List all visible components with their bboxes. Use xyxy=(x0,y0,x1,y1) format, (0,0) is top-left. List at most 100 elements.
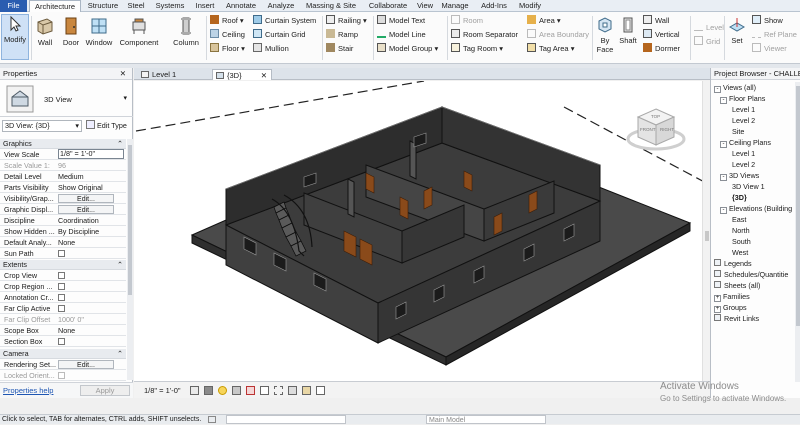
tab-structure[interactable]: Structure xyxy=(84,0,122,12)
prop-show-hidden[interactable]: Show Hidden ... By Discipline xyxy=(0,226,126,237)
prop-detail-level[interactable]: Detail Level Medium xyxy=(0,171,126,182)
prop-default-analysis[interactable]: Default Analy... None xyxy=(0,237,126,248)
prop-view-scale[interactable]: View Scale 1/8" = 1'-0" xyxy=(0,149,126,160)
view-tab-level-1[interactable]: Level 1 xyxy=(138,69,200,80)
prop-scope-box[interactable]: Scope Box None xyxy=(0,325,126,336)
level-button[interactable]: Level xyxy=(694,22,724,34)
worksets-icon[interactable] xyxy=(208,416,216,423)
shaft-button[interactable]: Shaft xyxy=(617,16,639,45)
room-button[interactable]: Room xyxy=(451,15,483,27)
dormer-button[interactable]: Dormer xyxy=(643,43,680,55)
ramp-button[interactable]: Ramp xyxy=(326,29,358,41)
tab-steel[interactable]: Steel xyxy=(124,0,148,12)
reveal-hidden-icon[interactable] xyxy=(316,386,325,395)
window-button[interactable]: Window xyxy=(84,16,114,47)
tag-area-button[interactable]: Tag Area ▾ xyxy=(527,43,574,55)
browser-node[interactable]: - Views (all) xyxy=(714,82,756,93)
browser-node[interactable]: {3D} xyxy=(732,192,747,203)
collapse-icon[interactable]: - xyxy=(720,174,727,181)
crop-region-checkbox[interactable] xyxy=(58,283,65,290)
view-scale-field[interactable]: 1/8" = 1'-0" xyxy=(58,149,124,159)
wall-button[interactable]: Wall xyxy=(33,16,57,47)
curtain-system-button[interactable]: Curtain System xyxy=(253,15,316,27)
ceiling-button[interactable]: Ceiling xyxy=(210,29,245,41)
tab-file[interactable]: File xyxy=(0,0,27,12)
far-clip-active-checkbox[interactable] xyxy=(58,305,65,312)
visibility-graphics-edit-button[interactable]: Edit... xyxy=(58,194,114,203)
set-workplane-button[interactable]: Set xyxy=(727,16,747,45)
curtain-grid-button[interactable]: Curtain Grid xyxy=(253,29,305,41)
expand-icon[interactable]: + xyxy=(714,306,721,313)
room-separator-button[interactable]: Room Separator xyxy=(451,29,518,41)
canvas-scroll-thumb[interactable] xyxy=(705,231,709,241)
expand-icon[interactable]: + xyxy=(714,295,721,302)
section-box-checkbox[interactable] xyxy=(58,338,65,345)
mullion-button[interactable]: Mullion xyxy=(253,43,289,55)
tab-manage[interactable]: Manage xyxy=(438,0,472,12)
canvas-scrollbar[interactable] xyxy=(702,81,710,381)
apply-button[interactable]: Apply xyxy=(80,385,130,396)
area-button[interactable]: Area ▾ xyxy=(527,15,561,27)
browser-node[interactable]: Level 1 xyxy=(732,148,755,159)
door-button[interactable]: Door xyxy=(59,16,83,47)
annotation-crop-checkbox[interactable] xyxy=(58,294,65,301)
roof-button[interactable]: Roof ▾ xyxy=(210,15,244,27)
render-icon[interactable] xyxy=(246,386,255,395)
prop-discipline[interactable]: Discipline Coordination xyxy=(0,215,126,226)
view-scale-button[interactable]: 1/8" = 1'-0" xyxy=(144,386,181,395)
tab-add-ins[interactable]: Add-Ins xyxy=(476,0,512,12)
browser-node[interactable]: Level 2 xyxy=(732,115,755,126)
browser-node[interactable]: + Families xyxy=(714,291,750,302)
tab-collaborate[interactable]: Collaborate xyxy=(364,0,412,12)
browser-node[interactable]: Level 2 xyxy=(732,159,755,170)
model-group-button[interactable]: Model Group ▾ xyxy=(377,43,438,55)
tab-massing-site[interactable]: Massing & Site xyxy=(300,0,362,12)
browser-node[interactable]: -3D Views xyxy=(720,170,759,181)
stair-button[interactable]: Stair xyxy=(326,43,353,55)
browser-node[interactable]: East xyxy=(732,214,746,225)
properties-help-link[interactable]: Properties help xyxy=(3,386,53,395)
prop-parts-visibility[interactable]: Parts Visibility Show Original xyxy=(0,182,126,193)
browser-node[interactable]: + Groups xyxy=(714,302,747,313)
grid-button[interactable]: Grid xyxy=(694,36,720,48)
ref-plane-button[interactable]: Ref Plane xyxy=(752,29,797,41)
design-option-dropdown[interactable]: Main Model xyxy=(426,415,546,424)
browser-node[interactable]: Schedules/Quantitie xyxy=(714,269,788,280)
browser-node[interactable]: - Floor Plans xyxy=(720,93,765,104)
browser-node[interactable]: - Ceiling Plans xyxy=(720,137,771,148)
browser-node[interactable]: Revit Links xyxy=(714,313,759,324)
lock-icon[interactable] xyxy=(288,386,297,395)
tab-analyze[interactable]: Analyze xyxy=(265,0,297,12)
group-camera[interactable]: Camera ⌃ xyxy=(0,349,126,359)
tag-room-button[interactable]: Tag Room ▾ xyxy=(451,43,503,55)
sun-path-icon[interactable] xyxy=(218,386,227,395)
show-workplane-button[interactable]: Show xyxy=(752,15,783,27)
viewer-button[interactable]: Viewer xyxy=(752,43,787,55)
tab-systems[interactable]: Systems xyxy=(152,0,188,12)
tab-view[interactable]: View xyxy=(414,0,436,12)
model-line-button[interactable]: Model Line xyxy=(377,29,426,41)
crop-view-checkbox[interactable] xyxy=(58,272,65,279)
close-icon[interactable]: ✕ xyxy=(120,68,126,80)
crop-view-icon[interactable] xyxy=(260,386,269,395)
vertical-opening-button[interactable]: Vertical xyxy=(643,29,680,41)
properties-scroll-thumb[interactable] xyxy=(128,145,132,295)
instance-selector[interactable]: 3D View: {3D} ▾ xyxy=(2,120,82,132)
temporary-hide-icon[interactable] xyxy=(302,386,311,395)
drawing-canvas[interactable]: FRONT RIGHT TOP xyxy=(134,80,711,381)
locked-orientation-checkbox[interactable] xyxy=(58,372,65,379)
detail-level-icon[interactable] xyxy=(190,386,199,395)
collapse-icon[interactable]: - xyxy=(714,86,721,93)
component-button[interactable]: Component xyxy=(117,16,161,47)
workset-dropdown[interactable] xyxy=(226,415,346,424)
group-graphics[interactable]: Graphics ⌃ xyxy=(0,139,126,149)
browser-node[interactable]: West xyxy=(732,247,748,258)
browser-node[interactable]: 3D View 1 xyxy=(732,181,765,192)
modify-button[interactable]: Modify xyxy=(1,14,29,60)
browser-node[interactable]: North xyxy=(732,225,750,236)
tab-insert[interactable]: Insert xyxy=(192,0,218,12)
model-text-button[interactable]: Model Text xyxy=(377,15,425,27)
sun-path-checkbox[interactable] xyxy=(58,250,65,257)
browser-scrollbar[interactable] xyxy=(795,82,800,382)
visual-style-icon[interactable] xyxy=(204,386,213,395)
